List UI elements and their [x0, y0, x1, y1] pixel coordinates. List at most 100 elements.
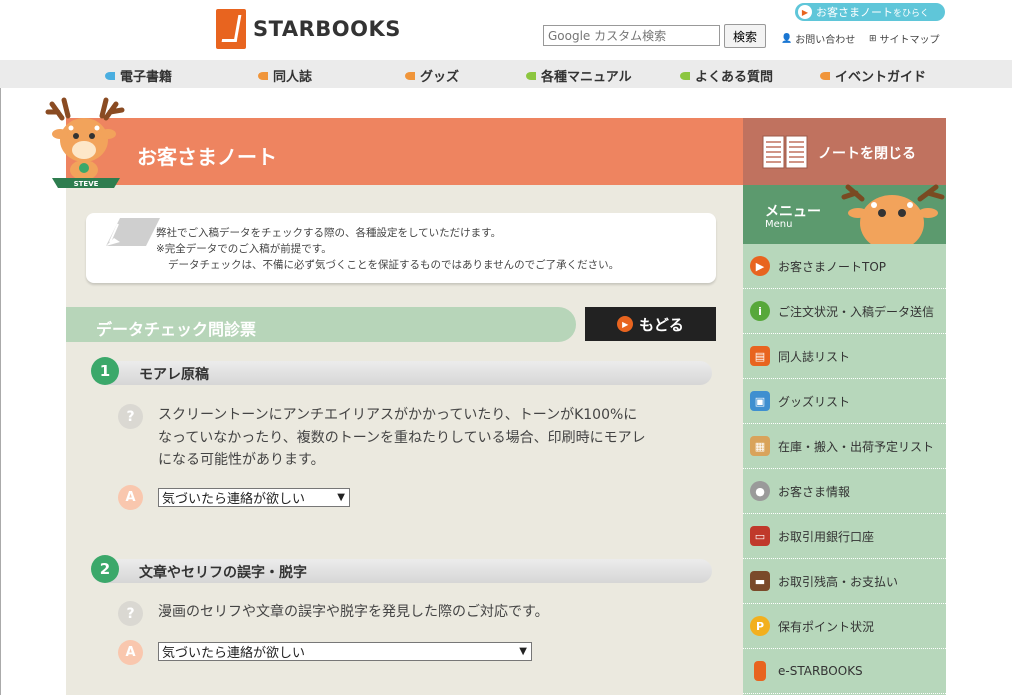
sidebar-item-label: 同人誌リスト	[778, 349, 851, 364]
logo-text: STARBOOKS	[253, 17, 401, 41]
sidebar-item-note-top[interactable]: ▶ お客さまノートTOP	[743, 244, 946, 289]
back-button-label: もどる	[639, 315, 684, 334]
answer-select[interactable]: 気づいたら連絡が欲しい ▼	[158, 488, 350, 507]
answer-mark-icon: A	[118, 485, 143, 510]
sidebar-item-label: 在庫・搬入・出荷予定リスト	[778, 439, 935, 454]
sidebar-item-label: e-STARBOOKS	[778, 664, 863, 678]
nav-label: 同人誌	[273, 70, 313, 85]
sidebar-item-label: 保有ポイント状況	[778, 619, 875, 634]
question-mark-icon: ?	[118, 601, 143, 626]
nav-bullet-icon	[526, 71, 536, 80]
sidebar-menu-title: メニュー	[765, 204, 821, 220]
note-open-sub: をひらく	[893, 8, 930, 19]
sitemap-icon: ⊞	[869, 33, 877, 44]
box-icon: ▦	[750, 436, 770, 456]
arrow-circle-icon: ▶	[798, 5, 812, 19]
nav-bullet-icon	[258, 71, 268, 80]
sidebar-item-doujinshi-list[interactable]: ▤ 同人誌リスト	[743, 334, 946, 379]
sidebar-item-bank-account[interactable]: ▭ お取引用銀行口座	[743, 514, 946, 559]
site-header: STARBOOKS ▶ お客さまノートをひらく 検索 👤 お問い合わせ ⊞ サイ…	[0, 0, 1012, 60]
point-coin-icon: P	[750, 616, 770, 636]
window-edge	[0, 0, 1, 695]
question-text: スクリーントーンにアンチエイリアスがかかっていたり、トーンがK100%に なって…	[158, 404, 646, 472]
nav-item-ebooks[interactable]: 電子書籍	[105, 66, 172, 85]
bank-card-icon: ▭	[750, 526, 770, 546]
answer-select-value: 気づいたら連絡が欲しい	[162, 492, 306, 507]
nav-item-event-guide[interactable]: イベントガイド	[820, 66, 926, 85]
back-button[interactable]: ▶ もどる	[585, 307, 716, 341]
sidebar-item-customer-info[interactable]: ● お客さま情報	[743, 469, 946, 514]
starbooks-logo[interactable]: STARBOOKS	[216, 9, 401, 49]
deer-mascot-icon	[841, 184, 945, 244]
search-button[interactable]: 検索	[724, 24, 766, 48]
intro-text-2: ※完全データでのご入稿が前提です。	[156, 243, 332, 255]
sidebar-item-order-status[interactable]: i ご注文状況・入稿データ送信	[743, 289, 946, 334]
sidebar-item-points[interactable]: P 保有ポイント状況	[743, 604, 946, 649]
contact-label: お問い合わせ	[795, 35, 856, 46]
chevron-down-icon: ▼	[337, 492, 345, 503]
search-input[interactable]	[543, 25, 720, 46]
nav-item-doujinshi[interactable]: 同人誌	[258, 66, 312, 85]
question-text: 漫画のセリフや文章の誤字や脱字を発見した際のご対応です。	[158, 601, 549, 624]
sidebar-item-e-starbooks[interactable]: e-STARBOOKS	[743, 649, 946, 694]
nav-item-faq[interactable]: よくある質問	[680, 66, 773, 85]
sitemap-link[interactable]: ⊞ サイトマップ	[869, 31, 940, 47]
question-text-line: 漫画のセリフや文章の誤字や脱字を発見した際のご対応です。	[158, 604, 549, 620]
intro-text-1: 弊社でご入稿データをチェックする際の、各種設定をしていただけます。	[156, 227, 502, 239]
nav-bullet-icon	[820, 71, 830, 80]
sidebar-item-inventory[interactable]: ▦ 在庫・搬入・出荷予定リスト	[743, 424, 946, 469]
close-note-label: ノートを閉じる	[818, 146, 916, 162]
nav-label: イベントガイド	[835, 70, 927, 85]
question-text-line: になる可能性があります。	[158, 452, 325, 468]
answer-mark-icon: A	[118, 640, 143, 665]
sitemap-label: サイトマップ	[879, 35, 940, 46]
user-icon: ●	[750, 481, 770, 501]
answer-select-value: 気づいたら連絡が欲しい	[162, 646, 306, 661]
sidebar-item-label: グッズリスト	[778, 394, 851, 409]
note-open-label: お客さまノート	[816, 6, 893, 19]
nav-label: 各種マニュアル	[541, 70, 632, 85]
note-open-button[interactable]: ▶ お客さまノート をひらく	[795, 3, 945, 21]
person-icon: 👤	[781, 33, 793, 44]
intro-text-3: データチェックは、不備に必ず気づくことを保証するものではありませんのでご了承くだ…	[168, 259, 620, 271]
deer-mascot-icon: STEVE	[45, 97, 125, 188]
question-title: モアレ原稿	[139, 367, 209, 383]
ebook-icon	[754, 661, 766, 681]
sidebar-menu-subtitle: Menu	[765, 219, 793, 230]
contact-link[interactable]: 👤 お問い合わせ	[781, 31, 856, 47]
arrow-circle-icon: ▶	[617, 316, 634, 332]
question-text-line: スクリーントーンにアンチエイリアスがかかっていたり、トーンがK100%に	[158, 407, 638, 423]
pencil-icon	[106, 218, 160, 246]
sidebar-item-balance-payment[interactable]: ▬ お取引残高・お支払い	[743, 559, 946, 604]
cubes-icon: ▣	[750, 391, 770, 411]
sidebar-item-label: お客さまノートTOP	[778, 259, 887, 274]
question-text-line: なっていなかったり、複数のトーンを重ねたりしている場合、印刷時にモアレ	[158, 429, 646, 446]
question-title: 文章やセリフの誤字・脱字	[139, 565, 307, 581]
sidebar-item-label: ご注文状況・入稿データ送信	[778, 304, 935, 319]
sidebar-item-label: お取引残高・お支払い	[778, 574, 899, 589]
info-icon: i	[750, 301, 770, 321]
nav-item-goods[interactable]: グッズ	[405, 66, 459, 85]
nav-bullet-icon	[105, 71, 115, 80]
sidebar-item-label: お客さま情報	[778, 484, 851, 499]
nav-label: グッズ	[420, 70, 460, 85]
nav-item-manuals[interactable]: 各種マニュアル	[526, 66, 632, 85]
page-title: お客さまノート	[137, 145, 277, 169]
arrow-circle-icon: ▶	[750, 256, 770, 276]
open-book-icon	[762, 135, 808, 169]
book-icon: ▤	[750, 346, 770, 366]
nav-bullet-icon	[680, 71, 690, 80]
logo-mark-icon	[216, 9, 246, 49]
answer-select[interactable]: 気づいたら連絡が欲しい ▼	[158, 642, 532, 661]
nav-bullet-icon	[405, 71, 415, 80]
sidebar-item-label: お取引用銀行口座	[778, 529, 875, 544]
mascot-label: STEVE	[74, 180, 99, 188]
chevron-down-icon: ▼	[519, 646, 527, 657]
nav-label: よくある質問	[695, 70, 774, 85]
question-number-badge: 2	[91, 555, 119, 583]
sidebar-item-goods-list[interactable]: ▣ グッズリスト	[743, 379, 946, 424]
question-number-badge: 1	[91, 357, 119, 385]
nav-label: 電子書籍	[120, 70, 173, 85]
question-mark-icon: ?	[118, 404, 143, 429]
section-title: データチェック問診票	[96, 320, 257, 339]
